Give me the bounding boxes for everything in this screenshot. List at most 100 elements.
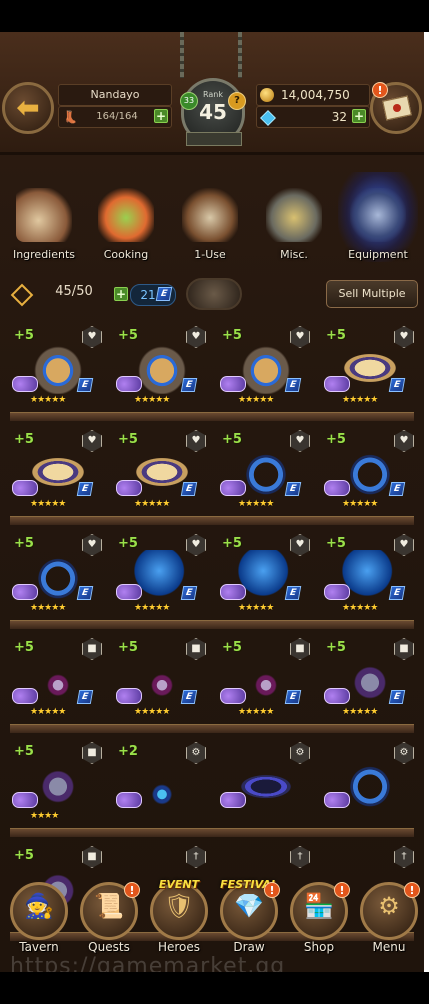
- star-rating: ★★★★★: [30, 707, 66, 717]
- upgrade-level: +5: [14, 640, 34, 655]
- equipment-item-slot[interactable]: +5 ■ E ★★★★★: [320, 634, 420, 732]
- equipment-rank-icon: E: [76, 378, 94, 392]
- equipment-rank-icon: E: [388, 690, 406, 704]
- enchant-swirl-icon: [220, 376, 246, 392]
- enchant-swirl-icon: [12, 792, 38, 808]
- star-rating: ★★★★★: [134, 499, 170, 509]
- add-stamina-button[interactable]: +: [154, 109, 168, 123]
- equipment-item-slot[interactable]: +5 ♥ E ★★★★★: [8, 530, 108, 628]
- category-tabs: Ingredients Cooking 1-Use Misc. Equipmen…: [0, 172, 424, 270]
- upgrade-level: +5: [14, 432, 34, 447]
- gem-box: 32 +: [256, 106, 370, 128]
- equipment-rank-icon: E: [284, 482, 302, 496]
- tavern-icon: 🧙: [24, 892, 54, 920]
- nav-alert-badge: !: [124, 882, 140, 898]
- add-gems-button[interactable]: +: [352, 109, 366, 123]
- star-rating: ★★★★★: [238, 395, 274, 405]
- equipment-item-slot[interactable]: +5 ♥ E ★★★★★: [112, 426, 212, 524]
- equipment-rank-icon: E: [180, 690, 198, 704]
- equipment-item-slot[interactable]: +5 ♥ E ★★★★★: [216, 426, 316, 524]
- equipment-rank-icon: E: [284, 690, 302, 704]
- equipment-rank-icon: E: [284, 378, 302, 392]
- rank-help-icon[interactable]: ?: [228, 92, 246, 110]
- inventory-screen: ⬅ Nandayo 👢 164/164 + Rank 45 33 ? 14,00…: [0, 32, 424, 972]
- inventory-capacity-bar: 45/50 + 21 E Sell Multiple: [0, 278, 424, 312]
- nav-draw-button[interactable]: 💎 FESTIVAL! Draw: [216, 878, 282, 970]
- armor-icon: [350, 188, 406, 242]
- equipment-item-slot[interactable]: +5 ♥ E ★★★★★: [320, 530, 420, 628]
- top-header: ⬅ Nandayo 👢 164/164 + Rank 45 33 ? 14,00…: [0, 32, 424, 155]
- upgrade-level: +5: [326, 640, 346, 655]
- enchant-swirl-icon: [324, 480, 350, 496]
- ornament-icon: [186, 278, 242, 310]
- nav-heroes-button[interactable]: 🛡 EVENT Heroes: [146, 878, 212, 970]
- gem-icon: [260, 110, 276, 126]
- stamina-box: 👢 164/164 +: [58, 106, 172, 128]
- equipment-item-slot[interactable]: +5 ♥ E ★★★★★: [320, 426, 420, 524]
- upgrade-level: +5: [118, 536, 138, 551]
- equipment-item-slot[interactable]: +5 ♥ E ★★★★★: [112, 322, 212, 420]
- equipment-item-slot[interactable]: +5 ♥ E ★★★★★: [320, 322, 420, 420]
- equipment-item-slot[interactable]: +5 ♥ E ★★★★★: [8, 426, 108, 524]
- equipment-item-slot[interactable]: ⚙: [216, 738, 316, 836]
- gem-value: 32: [331, 110, 347, 124]
- enchant-swirl-icon: [116, 584, 142, 600]
- equipment-item-slot[interactable]: +5 ♥ E ★★★★★: [216, 530, 316, 628]
- star-rating: ★★★★★: [134, 395, 170, 405]
- enchant-swirl-icon: [220, 584, 246, 600]
- equipment-rank-icon: E: [155, 287, 173, 301]
- upgrade-level: +5: [14, 536, 34, 551]
- equipment-rank-icon: E: [284, 586, 302, 600]
- enchant-swirl-icon: [12, 688, 38, 704]
- device-status-bar: [0, 0, 429, 32]
- equipment-item-slot[interactable]: +5 ■ E ★★★★★: [8, 634, 108, 732]
- player-name: Nandayo: [58, 84, 172, 106]
- equipment-rank-icon: E: [388, 378, 406, 392]
- enchant-swirl-icon: [220, 480, 246, 496]
- tab-label: 1-Use: [194, 248, 226, 261]
- upgrade-level: +5: [326, 328, 346, 343]
- nav-label: Shop: [303, 940, 335, 954]
- enchant-swirl-icon: [12, 480, 38, 496]
- sell-multiple-button[interactable]: Sell Multiple: [326, 280, 418, 308]
- upgrade-level: +5: [326, 432, 346, 447]
- nav-tavern-button[interactable]: 🧙 Tavern: [6, 882, 72, 970]
- nav-alert-badge: !: [264, 882, 280, 898]
- star-rating: ★★★★★: [342, 603, 378, 613]
- wax-seal-icon: [393, 104, 401, 112]
- rank-crest[interactable]: Rank 45 33 ?: [172, 72, 254, 152]
- tab-misc[interactable]: Misc.: [254, 182, 334, 270]
- tab-one-use[interactable]: 1-Use: [170, 182, 250, 270]
- enchant-swirl-icon: [324, 376, 350, 392]
- bottom-nav: 🧙 Tavern 📜! Quests 🛡 EVENT Heroes 💎 FESTIVAL! Dra…: [0, 878, 424, 972]
- rank-progress-badge: 33: [180, 92, 198, 110]
- tab-cooking[interactable]: Cooking: [86, 182, 166, 270]
- nav-shop-button[interactable]: 🏪! Shop: [286, 882, 352, 970]
- equipment-item-slot[interactable]: ⚙: [320, 738, 420, 836]
- star-rating: ★★★★★: [238, 499, 274, 509]
- upgrade-level: +2: [118, 744, 138, 759]
- equipment-item-slot[interactable]: +2 ⚙: [112, 738, 212, 836]
- nav-label: Draw: [233, 940, 265, 954]
- equipment-item-slot[interactable]: +5 ♥ E ★★★★★: [216, 322, 316, 420]
- equipment-item-slot[interactable]: +5 ♥ E ★★★★★: [8, 322, 108, 420]
- equipment-item-slot[interactable]: +5 ■ E ★★★★★: [216, 634, 316, 732]
- equipment-rank-icon: E: [180, 482, 198, 496]
- upgrade-level: +5: [118, 328, 138, 343]
- tab-ingredients[interactable]: Ingredients: [4, 182, 84, 270]
- expand-slots-button[interactable]: +: [114, 287, 128, 301]
- star-rating: ★★★★★: [30, 499, 66, 509]
- misc-icon: [266, 188, 322, 242]
- star-rating: ★★★★★: [342, 395, 378, 405]
- equipment-item-slot[interactable]: +5 ■ E ★★★★★: [112, 634, 212, 732]
- upgrade-level: +5: [118, 640, 138, 655]
- nav-quests-button[interactable]: 📜! Quests: [76, 882, 142, 970]
- back-button[interactable]: ⬅: [2, 82, 54, 134]
- nav-menu-button[interactable]: ⚙! Menu: [356, 882, 422, 970]
- equipment-item-slot[interactable]: +5 ■ ★★★★: [8, 738, 108, 836]
- equipment-rank-icon: E: [180, 586, 198, 600]
- equipment-item-slot[interactable]: +5 ♥ E ★★★★★: [112, 530, 212, 628]
- pendant-icon: [134, 758, 190, 810]
- enchant-swirl-icon: [12, 376, 38, 392]
- tab-equipment[interactable]: Equipment: [338, 172, 418, 270]
